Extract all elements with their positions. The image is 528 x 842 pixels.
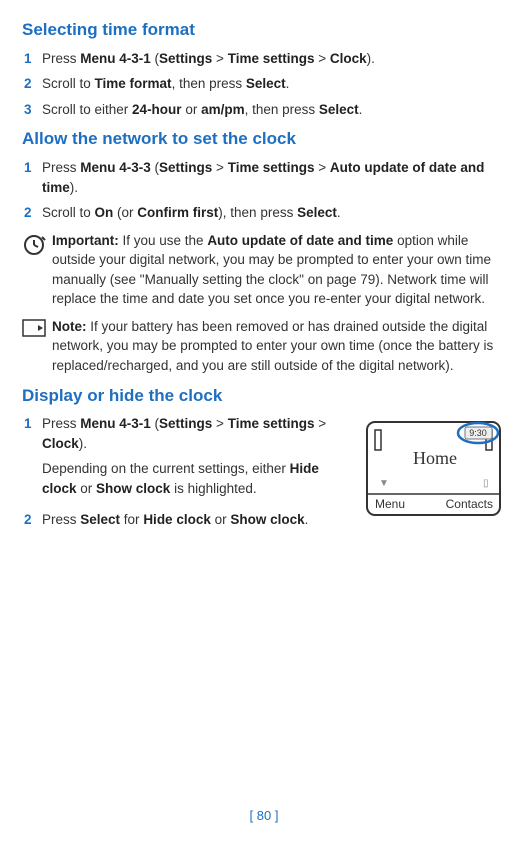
step-number: 1 xyxy=(24,414,42,504)
svg-text:▯: ▯ xyxy=(483,478,489,489)
step-number: 3 xyxy=(24,100,42,120)
phone-softkey-right: Contacts xyxy=(446,497,493,511)
step-number: 2 xyxy=(24,203,42,223)
important-block: Important: If you use the Auto update of… xyxy=(22,231,506,309)
step-text: Press Menu 4-3-1 (Settings > Time settin… xyxy=(42,49,506,69)
step-item: 3 Scroll to either 24-hour or am/pm, the… xyxy=(22,100,506,120)
page-number: [ 80 ] xyxy=(0,807,528,826)
step-item: 1 Press Menu 4-3-1 (Settings > Time sett… xyxy=(22,49,506,69)
note-block: Note: If your battery has been removed o… xyxy=(22,317,506,376)
step-item: 2 Press Select for Hide clock or Show cl… xyxy=(22,510,351,530)
phone-title-label: Home xyxy=(413,448,457,468)
step-number: 2 xyxy=(24,74,42,94)
important-icon xyxy=(22,231,52,309)
step-text: Press Select for Hide clock or Show cloc… xyxy=(42,510,351,530)
phone-softkey-left: Menu xyxy=(375,497,405,511)
step-item: 2 Scroll to Time format, then press Sele… xyxy=(22,74,506,94)
step-item: 2 Scroll to On (or Confirm first), then … xyxy=(22,203,506,223)
step-number: 1 xyxy=(24,49,42,69)
svg-text:▼: ▼ xyxy=(379,478,389,489)
step-text: Scroll to either 24-hour or am/pm, then … xyxy=(42,100,506,120)
important-text: Important: If you use the Auto update of… xyxy=(52,231,506,309)
note-icon xyxy=(22,317,52,376)
step-item: 1 Press Menu 4-3-1 (Settings > Time sett… xyxy=(22,414,351,504)
phone-time-label: 9:30 xyxy=(469,428,487,438)
note-text: Note: If your battery has been removed o… xyxy=(52,317,506,376)
heading-network-clock: Allow the network to set the clock xyxy=(22,127,506,152)
step-text: Press Menu 4-3-1 (Settings > Time settin… xyxy=(42,414,351,504)
step-text: Scroll to Time format, then press Select… xyxy=(42,74,506,94)
heading-time-format: Selecting time format xyxy=(22,18,506,43)
heading-display-hide: Display or hide the clock xyxy=(22,384,506,409)
step-text: Scroll to On (or Confirm first), then pr… xyxy=(42,203,506,223)
step-number: 1 xyxy=(24,158,42,197)
step-text: Press Menu 4-3-3 (Settings > Time settin… xyxy=(42,158,506,197)
phone-screen-illustration: 9:30 Home ▼ ▯ Menu Contacts xyxy=(361,416,506,521)
step-number: 2 xyxy=(24,510,42,530)
step-item: 1 Press Menu 4-3-3 (Settings > Time sett… xyxy=(22,158,506,197)
